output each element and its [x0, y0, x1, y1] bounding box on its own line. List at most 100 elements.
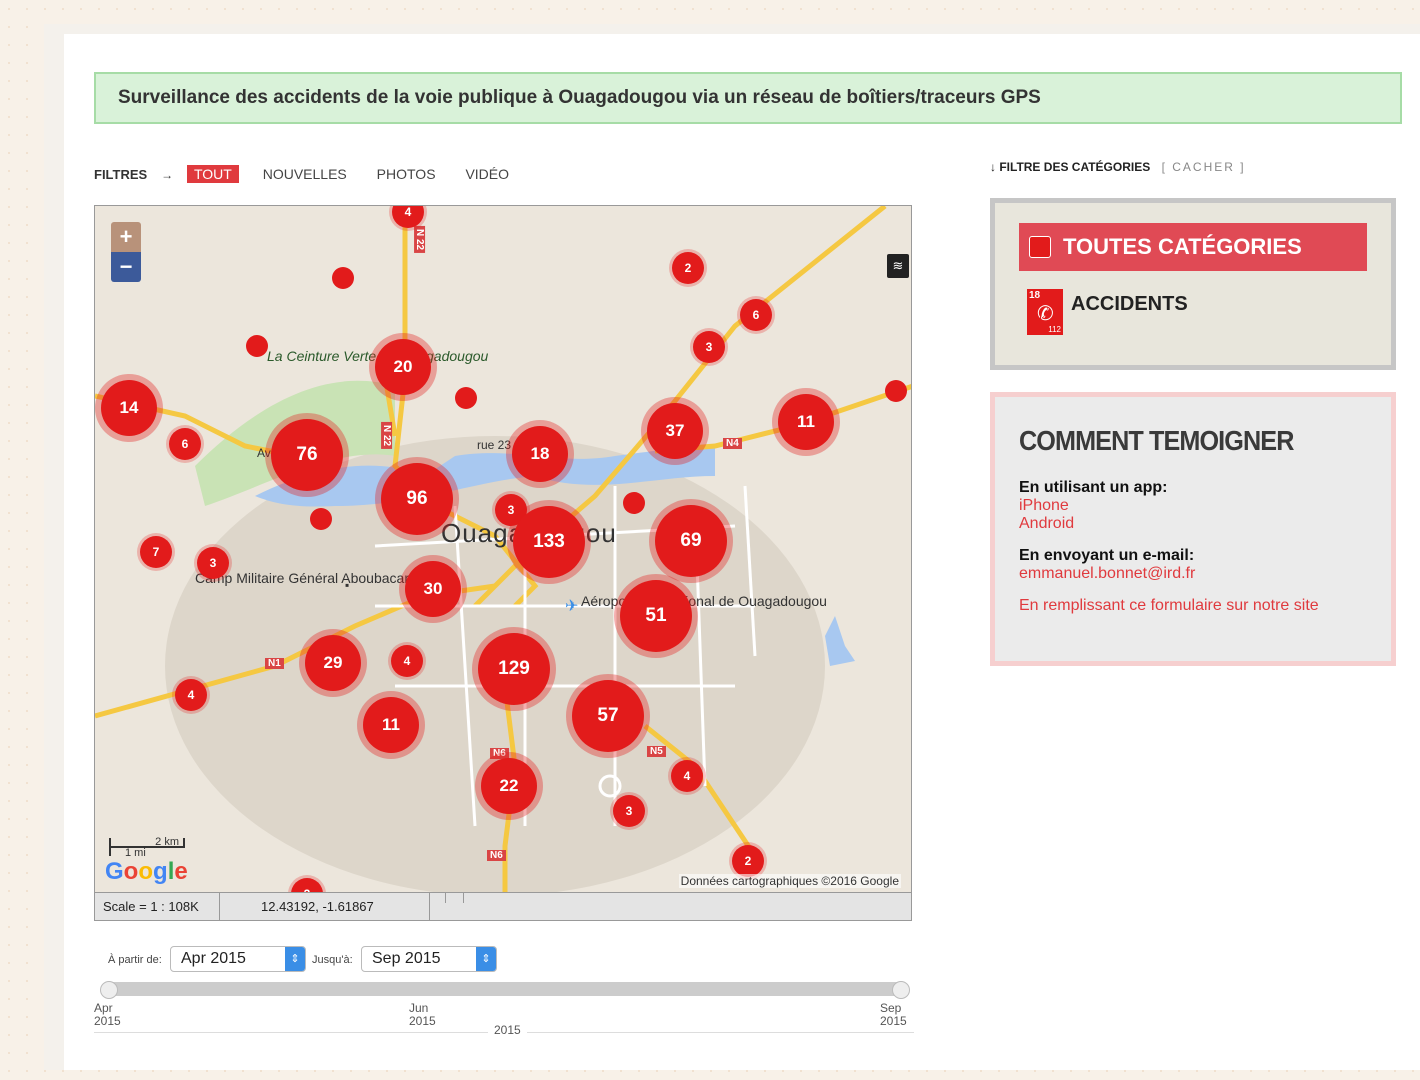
layers-icon[interactable]: ≋	[887, 254, 909, 278]
google-logo: Google	[105, 858, 188, 885]
cluster-marker[interactable]: 7	[140, 536, 172, 568]
filter-all[interactable]: TOUT	[186, 165, 239, 183]
coords-readout: 12.43192, -1.61867	[261, 899, 374, 914]
to-label: Jusqu'à:	[312, 954, 353, 966]
cluster-marker[interactable]: 11	[778, 394, 834, 450]
cluster-marker[interactable]: 96	[381, 463, 453, 535]
cluster-marker[interactable]: 2	[672, 252, 704, 284]
cluster-marker[interactable]: 2	[732, 845, 764, 877]
cluster-marker[interactable]: 3	[693, 331, 725, 363]
tick-label: Jun 2015	[409, 1001, 436, 1028]
all-categories-label: TOUTES CATÉGORIES	[1063, 234, 1302, 259]
slider-handle-start[interactable]	[100, 981, 118, 999]
chevron-updown-icon: ⇕	[285, 947, 305, 971]
scale-readout: Scale = 1 : 108K	[103, 899, 199, 914]
cluster-marker[interactable]: 30	[405, 561, 461, 617]
tick-label: Apr 2015	[94, 1001, 121, 1028]
category-filter-title: ↓ FILTRE DES CATÉGORIES	[990, 160, 1151, 174]
filter-video[interactable]: VIDÉO	[465, 166, 509, 182]
scale-mi: 1 mi	[109, 848, 161, 859]
map-status-bar: Scale = 1 : 108K 12.43192, -1.61867	[94, 893, 912, 921]
scale-km: 2 km	[109, 837, 185, 848]
slider-handle-end[interactable]	[892, 981, 910, 999]
cluster-marker[interactable]: 14	[101, 380, 157, 436]
cluster-marker[interactable]: 37	[647, 403, 703, 459]
divider	[429, 893, 430, 920]
airport-icon: ✈	[565, 598, 579, 615]
road-shield: N6	[487, 850, 506, 861]
map-scale: 2 km 1 mi	[109, 837, 185, 859]
how-to-testify-box: COMMENT TEMOIGNER En utilisant un app: i…	[990, 392, 1396, 666]
arrow-right-icon: →	[161, 168, 174, 182]
cluster-marker[interactable]: 3	[197, 547, 229, 579]
all-categories-button[interactable]: TOUTES CATÉGORIES	[1019, 223, 1367, 271]
cluster-marker[interactable]: 76	[271, 419, 343, 491]
cluster-marker[interactable]: 6	[740, 299, 772, 331]
road-shield: N5	[647, 746, 666, 757]
map-label-green-zone: La Ceinture Verte de Ouagadougou	[267, 348, 488, 364]
center-year-label: 2015	[488, 1024, 527, 1037]
cluster-marker[interactable]: 69	[655, 505, 727, 577]
to-select[interactable]: Sep 2015 ⇕	[361, 946, 497, 972]
cluster-marker[interactable]: 129	[478, 633, 550, 705]
cluster-marker[interactable]: 29	[305, 635, 361, 691]
incident-marker[interactable]	[455, 387, 477, 409]
cluster-marker[interactable]: 4	[391, 645, 423, 677]
to-select-value: Sep 2015	[372, 950, 441, 967]
email-label: En envoyant un e-mail:	[1019, 547, 1195, 564]
email-link[interactable]: emmanuel.bonnet@ird.fr	[1019, 565, 1367, 583]
iphone-link[interactable]: iPhone	[1019, 497, 1367, 515]
cluster-marker[interactable]: 18	[512, 426, 568, 482]
zoom-controls: + −	[111, 222, 141, 282]
camp-marker-icon: ▪	[345, 578, 350, 592]
incident-marker[interactable]	[332, 267, 354, 289]
filter-news[interactable]: NOUVELLES	[263, 166, 347, 182]
checkbox-icon	[1029, 236, 1051, 258]
category-label: ACCIDENTS	[1071, 293, 1188, 315]
form-link[interactable]: En remplissant ce formulaire sur notre s…	[1019, 597, 1367, 615]
cluster-marker[interactable]: 6	[169, 428, 201, 460]
from-select-value: Apr 2015	[181, 950, 246, 967]
divider	[219, 893, 220, 920]
chevron-updown-icon: ⇕	[476, 947, 496, 971]
filters-label: FILTRES	[94, 167, 148, 182]
tick-label: Sep 2015	[880, 1001, 907, 1028]
banner-text: Surveillance des accidents de la voie pu…	[118, 87, 1041, 108]
map-label-street: rue 23	[477, 438, 512, 452]
road-shield: N1	[265, 658, 284, 669]
map-view[interactable]: + − ≋ La Ceinture Verte de Ouagadougou O…	[94, 205, 912, 893]
cluster-marker[interactable]: 11	[363, 697, 419, 753]
divider	[445, 893, 446, 903]
cluster-marker[interactable]: 20	[375, 339, 431, 395]
cluster-marker[interactable]: 57	[572, 680, 644, 752]
cluster-marker[interactable]: 4	[175, 679, 207, 711]
page-banner: Surveillance des accidents de la voie pu…	[94, 72, 1402, 124]
zoom-out-button[interactable]: −	[111, 252, 141, 282]
cluster-marker[interactable]: 133	[513, 506, 585, 578]
hide-link[interactable]: [ CACHER ]	[1162, 160, 1246, 174]
cluster-marker[interactable]: 22	[481, 758, 537, 814]
date-range-slider[interactable]	[100, 981, 910, 999]
from-label: À partir de:	[108, 954, 162, 966]
road-shield: N 22	[381, 421, 393, 450]
testify-title: COMMENT TEMOIGNER	[1019, 425, 1294, 456]
incident-marker[interactable]	[885, 380, 907, 402]
category-filter-header[interactable]: ↓ FILTRE DES CATÉGORIES [ CACHER ]	[990, 160, 1246, 174]
app-label: En utilisant un app:	[1019, 479, 1168, 496]
phone-18-112-icon: 18 ✆ 112	[1027, 289, 1063, 335]
map-attribution[interactable]: Données cartographiques ©2016 Google	[678, 874, 901, 888]
android-link[interactable]: Android	[1019, 515, 1367, 533]
road-shield: N 22	[414, 225, 426, 254]
road-shield: N4	[723, 438, 742, 449]
filter-bar: FILTRES → TOUT NOUVELLES PHOTOS VIDÉO	[94, 165, 535, 183]
incident-marker[interactable]	[246, 335, 268, 357]
incident-marker[interactable]	[310, 508, 332, 530]
cluster-marker[interactable]: 51	[620, 580, 692, 652]
zoom-in-button[interactable]: +	[111, 222, 141, 252]
category-box: TOUTES CATÉGORIES 18 ✆ 112 ACCIDENTS	[990, 198, 1396, 370]
cluster-marker[interactable]: 4	[671, 760, 703, 792]
from-select[interactable]: Apr 2015 ⇕	[170, 946, 306, 972]
incident-marker[interactable]	[623, 492, 645, 514]
filter-photos[interactable]: PHOTOS	[377, 166, 436, 182]
cluster-marker[interactable]: 3	[613, 795, 645, 827]
